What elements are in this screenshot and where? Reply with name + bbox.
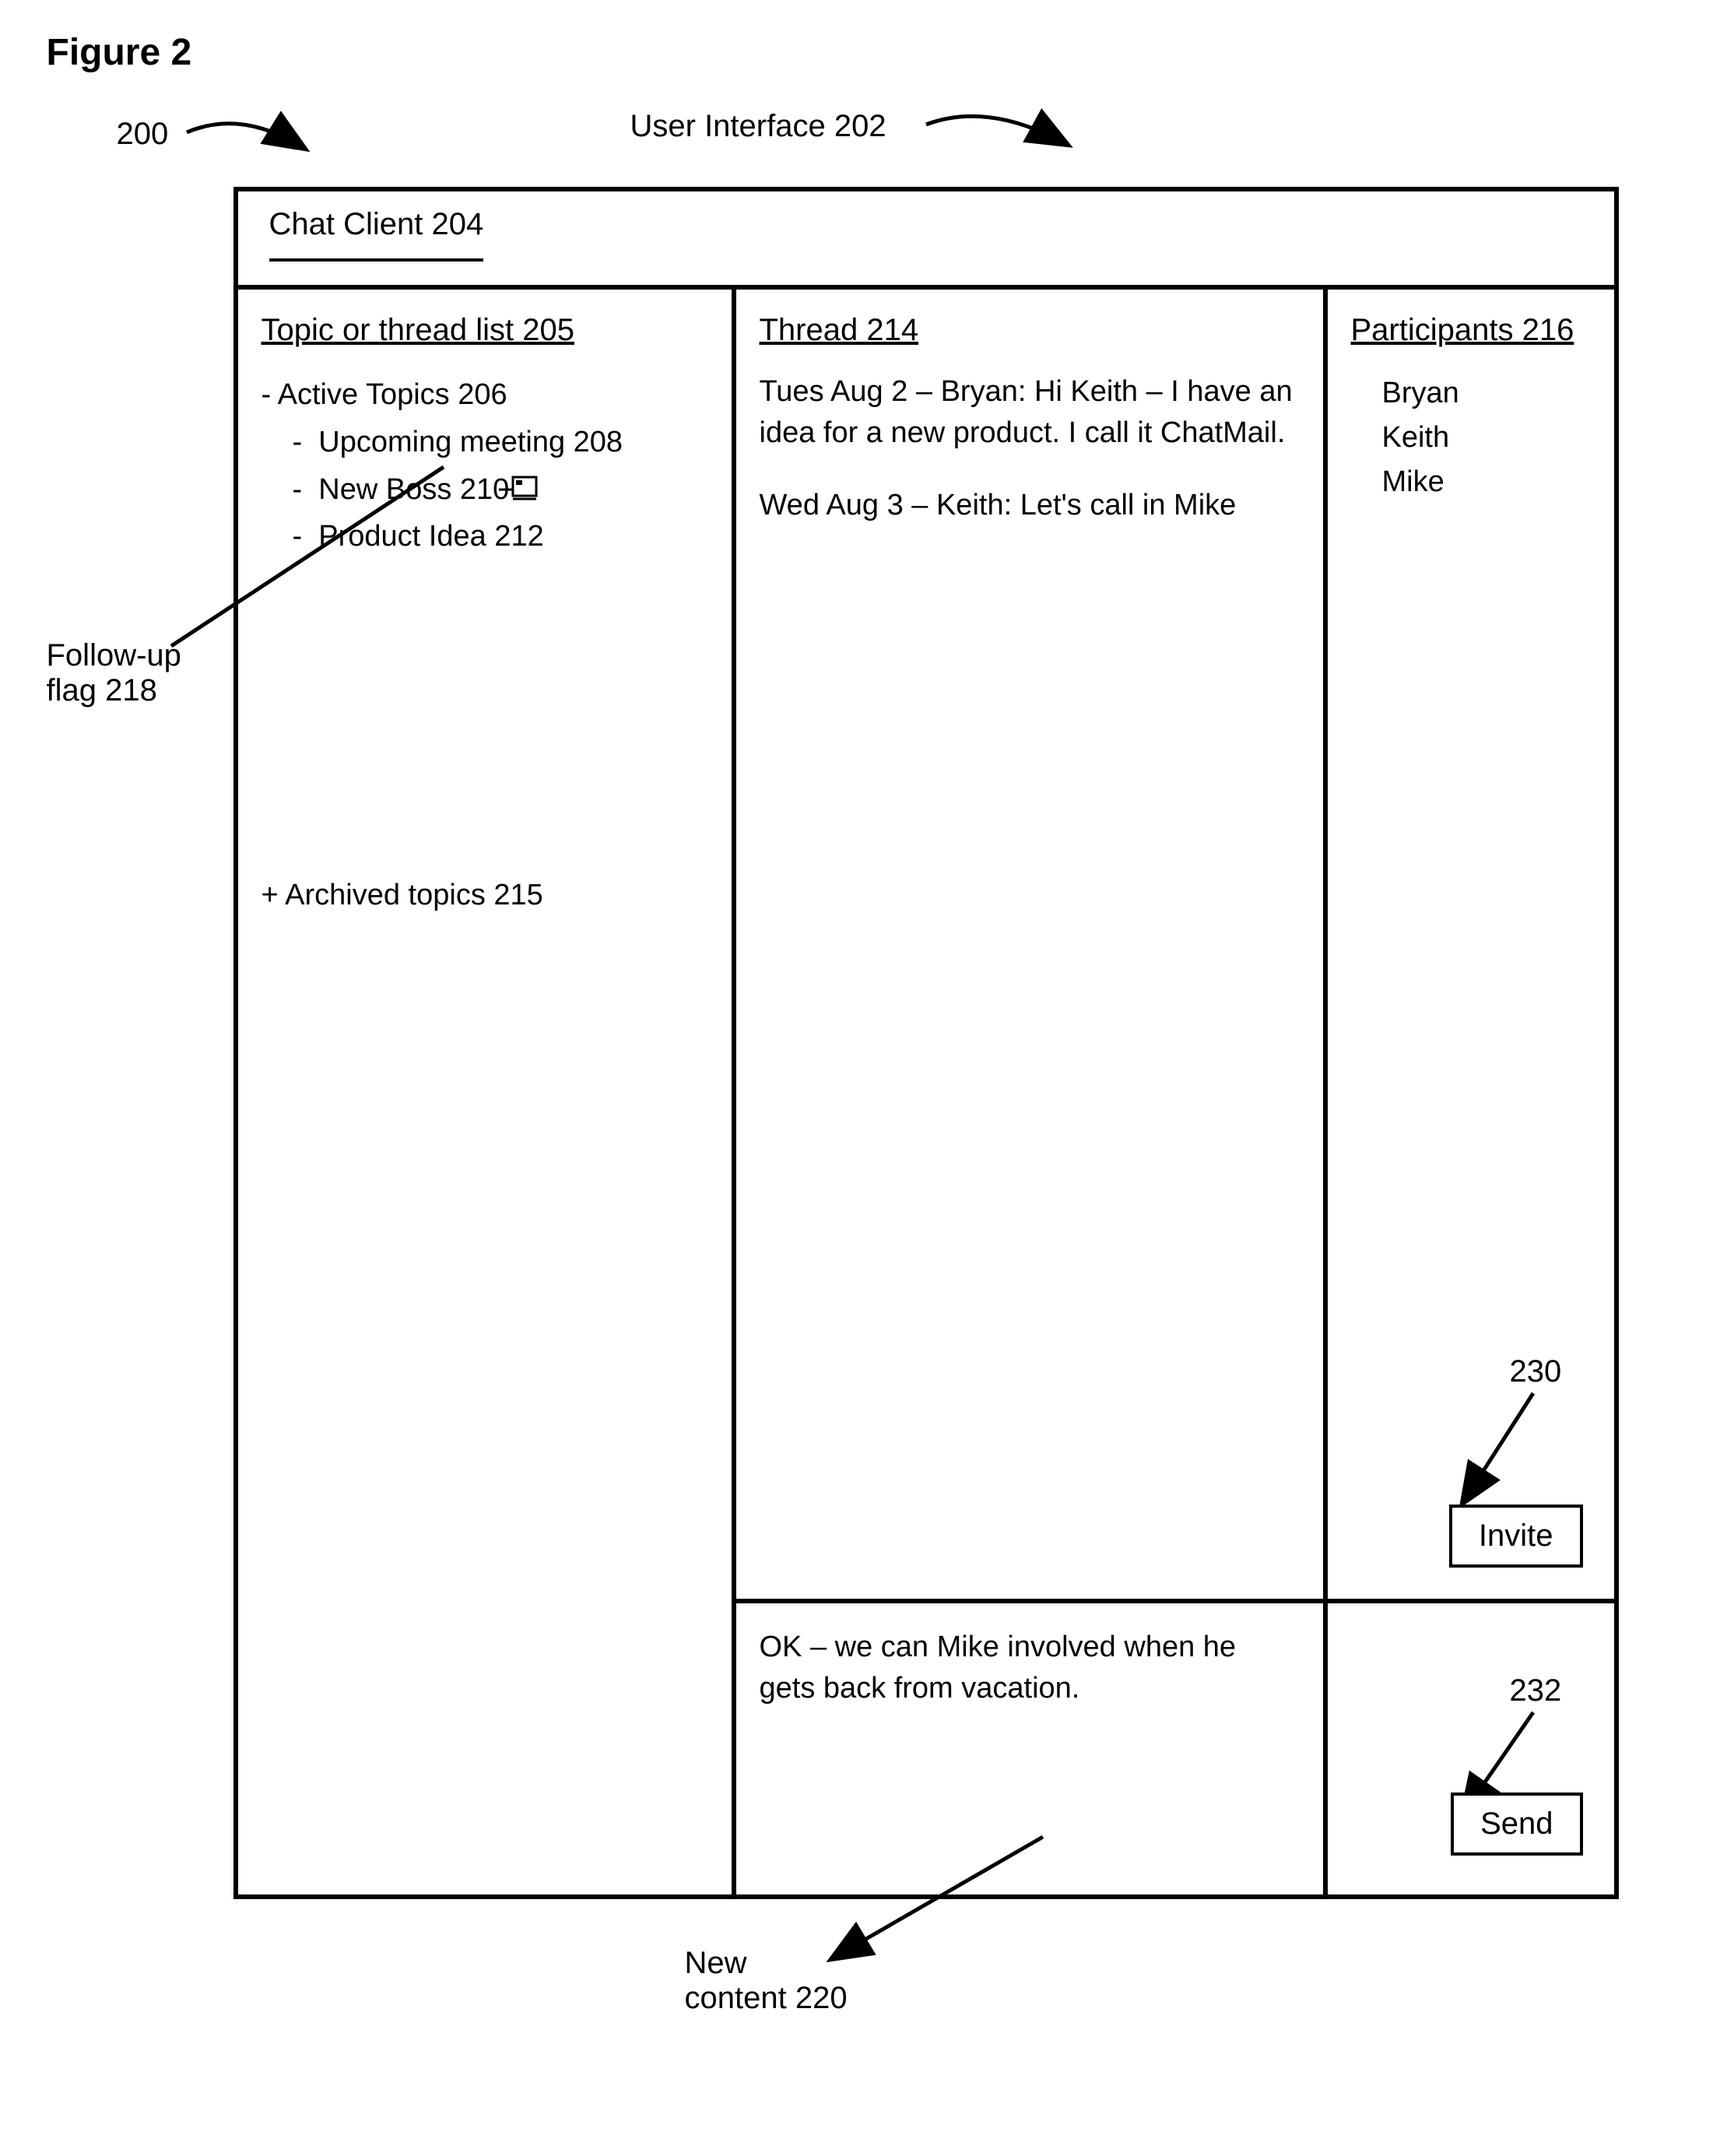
- chat-client-window: Chat Client 204 Topic or thread list 205…: [233, 187, 1619, 1899]
- invite-button[interactable]: Invite: [1449, 1505, 1583, 1568]
- flag-icon[interactable]: [499, 474, 530, 499]
- participants-header: Participants 216: [1351, 313, 1591, 348]
- thread-header: Thread 214: [760, 313, 1300, 348]
- thread-msg-1: Tues Aug 2 – Bryan: Hi Keith – I have an…: [760, 371, 1300, 454]
- thread-msg-2: Wed Aug 3 – Keith: Let's call in Mike: [760, 485, 1300, 526]
- ui-label: User Interface 202: [630, 109, 886, 144]
- send-button[interactable]: Send: [1451, 1793, 1582, 1856]
- figure-wrapper: Figure 2 200 User Interface 202 Follow-u…: [47, 31, 1681, 2094]
- topic-newboss-prefix: -: [293, 473, 319, 506]
- participant-keith: Keith: [1382, 416, 1591, 460]
- newcontent-callout: New content 220: [685, 1946, 848, 2016]
- topic-product[interactable]: - Product Idea 212: [262, 513, 708, 560]
- chat-client-title: Chat Client 204: [269, 207, 484, 262]
- ref-200: 200: [117, 117, 169, 152]
- inner-grid: Topic or thread list 205 - Active Topics…: [238, 285, 1614, 1894]
- active-topics-label[interactable]: - Active Topics 206: [262, 371, 708, 419]
- participants-list: Bryan Keith Mike: [1382, 371, 1591, 504]
- topic-upcoming[interactable]: - Upcoming meeting 208: [262, 419, 708, 466]
- ref-200-label: 200: [117, 117, 169, 151]
- topic-product-text: Product Idea 212: [318, 520, 543, 553]
- topic-newboss-text: New Boss 210: [318, 473, 509, 506]
- figure-title: Figure 2: [47, 31, 1681, 74]
- ui-label-text: User Interface 202: [630, 109, 886, 143]
- thread-panel: Thread 214 Tues Aug 2 – Bryan: Hi Keith …: [736, 285, 1328, 1599]
- compose-panel[interactable]: OK – we can Mike involved when he gets b…: [736, 1599, 1328, 1894]
- newcontent-line2: content 220: [685, 1981, 848, 2016]
- followup-callout: Follow-up flag 218: [47, 638, 181, 708]
- newcontent-line1: New: [685, 1946, 848, 1981]
- send-panel: Send: [1328, 1599, 1614, 1894]
- participants-panel: Participants 216 Bryan Keith Mike Invite: [1328, 285, 1614, 1599]
- topic-newboss[interactable]: - New Boss 210: [262, 466, 708, 514]
- topic-panel: Topic or thread list 205 - Active Topics…: [238, 285, 736, 1894]
- participant-bryan: Bryan: [1382, 371, 1591, 416]
- active-topics-group: - Active Topics 206 - Upcoming meeting 2…: [262, 371, 708, 560]
- compose-text: OK – we can Mike involved when he gets b…: [760, 1627, 1300, 1709]
- topic-upcoming-text: Upcoming meeting 208: [318, 426, 623, 458]
- followup-text-line2: flag 218: [47, 673, 181, 708]
- participant-mike: Mike: [1382, 460, 1591, 504]
- topic-header: Topic or thread list 205: [262, 313, 708, 348]
- archived-topics[interactable]: + Archived topics 215: [262, 872, 708, 919]
